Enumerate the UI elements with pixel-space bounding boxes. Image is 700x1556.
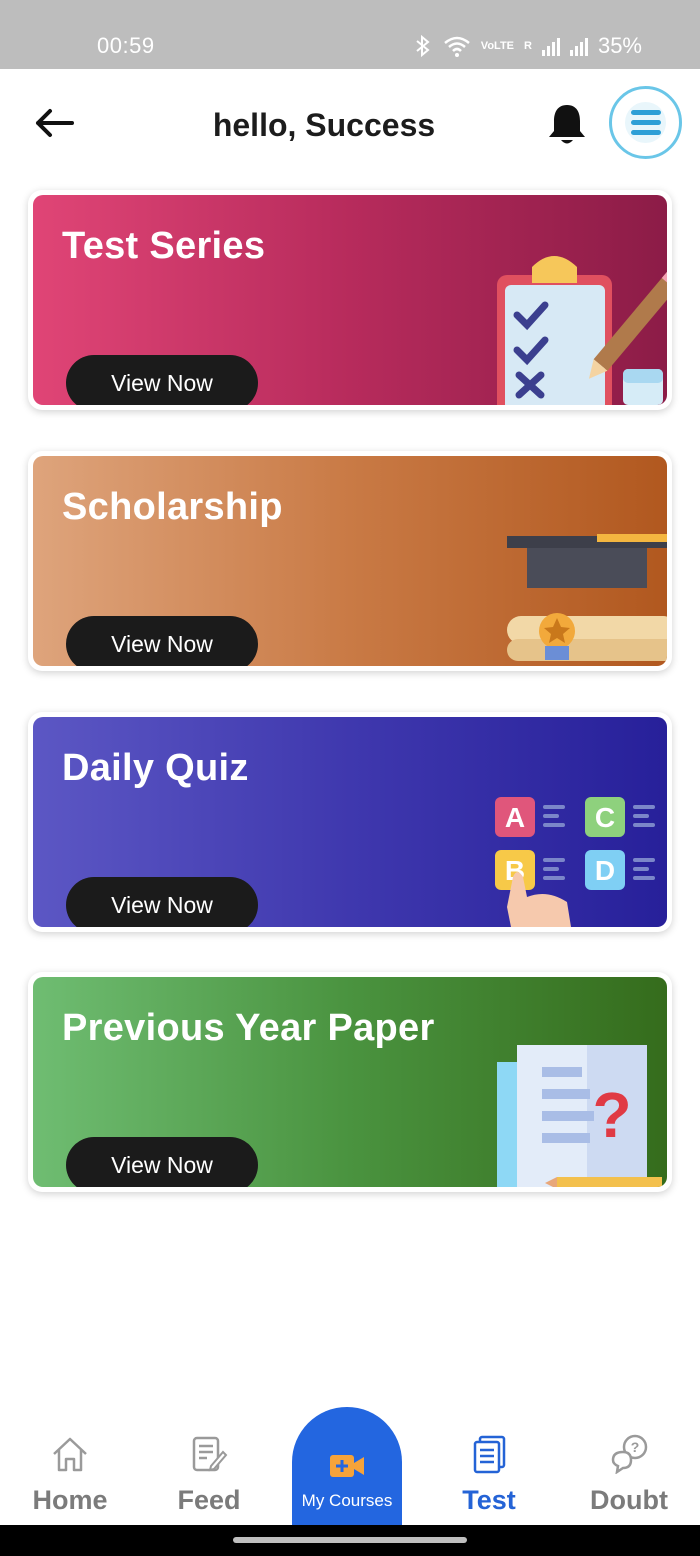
option-a: A [505,802,525,833]
card-background: Scholarship View Now [33,456,667,666]
daily-quiz-card[interactable]: Daily Quiz A B C D View Now [28,712,672,932]
card-title: Test Series [62,225,266,267]
status-icons: VoLTE R 35% [413,33,642,59]
signal-icon-2 [569,36,588,56]
home-indicator[interactable] [233,1537,467,1543]
test-series-card[interactable]: Test Series View Now [28,190,672,410]
nav-item-my-courses[interactable]: My Courses [292,1407,402,1525]
quiz-options-icon: A B C D [495,797,655,927]
view-now-button[interactable]: View Now [66,1137,258,1187]
nav-label: My Courses [301,1491,393,1510]
option-c: C [595,802,615,833]
clipboard-checklist-icon [497,256,667,405]
roaming-label: R [524,39,532,52]
status-bar: 00:59 VoLTE R 35% [0,0,700,69]
view-now-button[interactable]: View Now [66,877,258,927]
nav-label: Feed [177,1485,241,1515]
nav-item-doubt[interactable]: ? Doubt [569,1434,689,1516]
home-icon [53,1437,87,1472]
feed-icon [192,1436,228,1472]
previous-year-paper-card[interactable]: Previous Year Paper ? View Now [28,972,672,1192]
svg-text:?: ? [631,1439,640,1455]
card-title: Daily Quiz [62,747,249,789]
bottom-navigation: Home Feed My Courses Test ? Doubt [0,1407,700,1525]
volte-label: VoLTE [480,39,514,52]
nav-item-test[interactable]: Test [429,1434,549,1516]
graduation-cap-icon [507,534,667,661]
question-paper-icon: ? [497,1045,662,1187]
nav-label: Doubt [590,1485,668,1515]
wifi-icon [443,36,470,57]
battery-level: 35% [597,33,642,58]
nav-label: Home [32,1485,108,1515]
svg-text:?: ? [592,1079,631,1151]
card-background: Test Series View Now [33,195,667,405]
doubt-icon: ? [611,1434,648,1475]
hamburger-icon [625,102,666,143]
option-d: D [595,855,615,886]
card-background: Daily Quiz A B C D View Now [33,717,667,927]
menu-button[interactable] [609,86,682,159]
video-camera-icon [330,1455,364,1477]
test-icon [473,1435,506,1474]
nav-label: Test [462,1485,516,1515]
nav-item-home[interactable]: Home [10,1434,130,1516]
signal-icon-1 [541,36,560,56]
scholarship-card[interactable]: Scholarship View Now [28,451,672,671]
nav-item-feed[interactable]: Feed [149,1434,269,1516]
app-bar: hello, Success [0,69,700,179]
status-time: 00:59 [97,33,155,58]
card-title: Previous Year Paper [62,1007,435,1049]
view-now-button[interactable]: View Now [66,616,258,666]
notification-button[interactable] [545,101,589,149]
system-navigation-bar [0,1525,700,1556]
view-now-button[interactable]: View Now [66,355,258,405]
bell-icon [549,105,585,144]
card-background: Previous Year Paper ? View Now [33,977,667,1187]
bluetooth-icon [416,35,430,57]
card-title: Scholarship [62,486,283,528]
